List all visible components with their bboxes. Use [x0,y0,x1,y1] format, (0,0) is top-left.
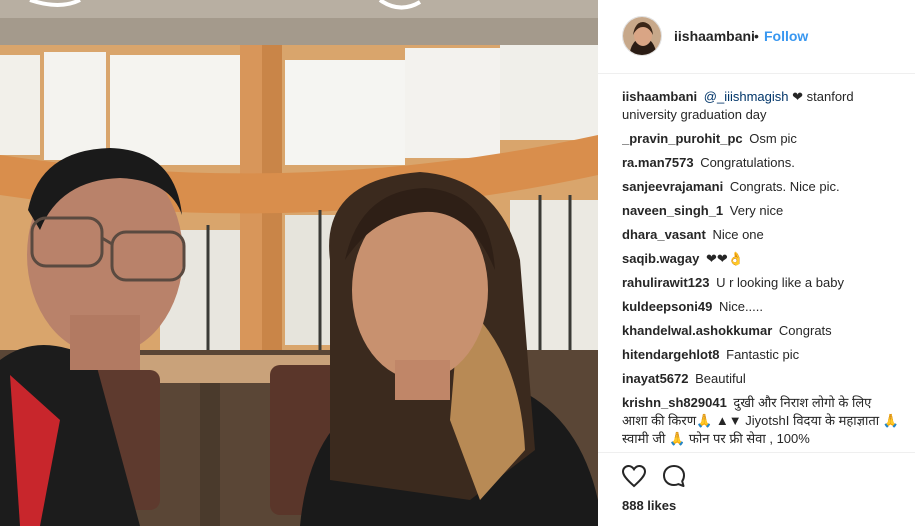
comment-text: U r looking like a baby [716,275,844,290]
list-item: dhara_vasant Nice one [622,226,900,244]
comment-username[interactable]: sanjeevrajamani [622,179,723,194]
comment-text: Congrats [778,323,832,338]
comment-text: Congrats. Nice pic. [729,179,840,194]
list-item: kuldeepsoni49 Nice..... [622,298,900,316]
comment-mention[interactable]: @_iiishmagish [704,89,789,104]
caption-comment: iishaambani @_iiishmagish ❤ stanford uni… [622,88,900,124]
list-item: saqib.wagay ❤❤👌 [622,250,900,268]
post-header: iishaambani • Follow [598,0,915,74]
comment-text: Congratulations. [700,155,795,170]
heart-icon[interactable] [620,462,648,490]
comment-text: Fantastic pic [726,347,800,362]
comment-text: Beautiful [695,371,746,386]
follow-button[interactable]: Follow [764,28,808,44]
list-item: sanjeevrajamani Congrats. Nice pic. [622,178,900,196]
list-item: ra.man7573 Congratulations. [622,154,900,172]
comment-text: Osm pic [749,131,797,146]
comment-username[interactable]: iishaambani [622,89,697,104]
divider [598,452,915,453]
selfie-photo-image [0,0,598,526]
list-item: _pravin_purohit_pc Osm pic [622,130,900,148]
post-photo[interactable] [0,0,598,526]
comments-list[interactable]: iishaambani @_iiishmagish ❤ stanford uni… [622,88,900,452]
post-side-panel: iishaambani • Follow iishaambani @_iiish… [598,0,915,526]
comment-username[interactable]: kuldeepsoni49 [622,299,712,314]
comment-username[interactable]: krishn_sh829041 [622,395,727,410]
comment-text: Nice one [712,227,764,242]
likes-count[interactable]: 888 likes [622,498,676,513]
comment-bubble-icon[interactable] [660,462,688,490]
list-item: inayat5672 Beautiful [622,370,900,388]
comment-username[interactable]: rahulirawit123 [622,275,709,290]
profile-picture-image [623,17,661,55]
comment-text: Very nice [729,203,784,218]
comment-username[interactable]: inayat5672 [622,371,689,386]
list-item: naveen_singh_1 Very nice [622,202,900,220]
comment-username[interactable]: khandelwal.ashokkumar [622,323,772,338]
list-item: krishn_sh829041 दुखी और निराश लोगो के लि… [622,394,900,448]
comment-username[interactable]: naveen_singh_1 [622,203,723,218]
list-item: rahulirawit123 U r looking like a baby [622,274,900,292]
separator-dot: • [754,28,759,44]
post-actions [620,462,720,492]
comment-username[interactable]: _pravin_purohit_pc [622,131,743,146]
list-item: hitendargehlot8 Fantastic pic [622,346,900,364]
comment-text: Nice..... [718,299,764,314]
comment-username[interactable]: ra.man7573 [622,155,694,170]
list-item: khandelwal.ashokkumar Congrats [622,322,900,340]
comment-username[interactable]: hitendargehlot8 [622,347,720,362]
comment-username[interactable]: saqib.wagay [622,251,699,266]
avatar[interactable] [622,16,662,56]
post-author-username[interactable]: iishaambani [674,28,755,44]
comment-text: ❤❤👌 [705,251,744,266]
comment-username[interactable]: dhara_vasant [622,227,706,242]
